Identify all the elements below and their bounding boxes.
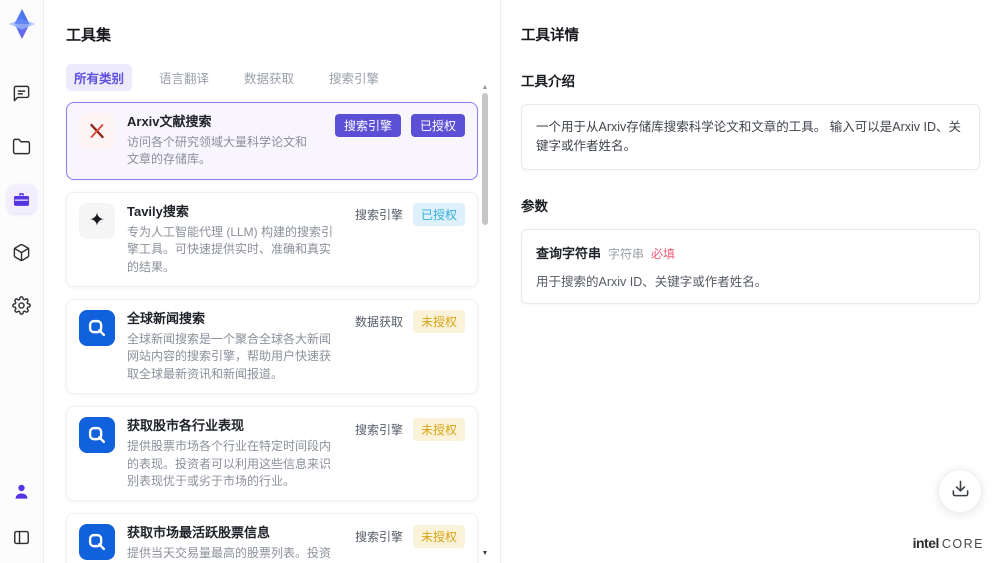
page-title: 工具集 — [66, 27, 112, 44]
tool-list: Arxiv文献搜索 访问各个研究领域大量科学论文和文章的存储库。 搜索引擎 已授权 ✦ T… — [66, 102, 478, 563]
param-card: 查询字符串 字符串 必填用于搜索的Arxiv ID、关键字或作者姓名。 — [521, 228, 980, 304]
arxiv-logo-icon — [79, 113, 115, 149]
sidebar-item-chat[interactable] — [8, 79, 36, 107]
tool-name: Arxiv文献搜索 — [127, 114, 212, 129]
tool-intro-text: 一个用于从Arxiv存储库搜索科学论文和文章的工具。 输入可以是Arxiv ID… — [536, 120, 962, 153]
user-icon — [12, 482, 31, 501]
params-list: 查询字符串 字符串 必填用于搜索的Arxiv ID、关键字或作者姓名。 — [521, 228, 980, 304]
tool-description: 提供当天交易量最高的股票列表。投资者可以利用这些信息来识别流动性强的股票和潜在的… — [127, 546, 332, 561]
sidebar-nav — [7, 79, 36, 319]
category-badge: 搜索引擎 — [354, 529, 403, 544]
scroll-down-icon[interactable]: ▼ — [480, 550, 490, 557]
auth-status-badge: 已授权 — [410, 113, 465, 137]
folder-icon — [12, 137, 31, 156]
tab-category-3[interactable]: 搜索引擎 — [321, 64, 387, 91]
category-badge: 搜索引擎 — [354, 208, 403, 223]
sidebar-item-settings[interactable] — [8, 291, 36, 319]
category-badge: 搜索引擎 — [334, 113, 401, 137]
category-badge: 搜索引擎 — [354, 422, 403, 437]
tool-description: 专为人工智能代理 (LLM) 构建的搜索引擎工具。可快速提供实时、准确和真实的结… — [127, 224, 334, 274]
params-heading: 参数 — [521, 198, 548, 214]
tab-category-2[interactable]: 数据获取 — [236, 64, 302, 91]
search-magnifier-icon — [79, 417, 115, 454]
intel-wordmark: intel — [912, 535, 940, 551]
auth-status-badge: 未授权 — [412, 310, 465, 334]
auth-status-badge: 未授权 — [412, 524, 465, 548]
gear-icon — [12, 295, 31, 315]
sidebar — [0, 0, 44, 563]
intel-core-logo: intel CORE — [913, 535, 984, 551]
sparkle-icon: ✦ — [79, 202, 115, 239]
search-magnifier-icon — [79, 309, 115, 346]
tool-card[interactable]: 全球新闻搜索全球新闻搜索是一个聚合全球各大新闻网站内容的搜索引擎，帮助用户快速获… — [66, 298, 478, 395]
param-description: 用于搜索的Arxiv ID、关键字或作者姓名。 — [536, 274, 768, 289]
detail-title: 工具详情 — [521, 28, 579, 44]
auth-status-badge: 未授权 — [412, 417, 465, 441]
scrollbar[interactable]: ▲ ▼ — [480, 84, 490, 557]
scroll-up-icon[interactable]: ▲ — [480, 84, 490, 91]
tool-card[interactable]: ✦ Tavily搜索专为人工智能代理 (LLM) 构建的搜索引擎工具。可快速提供实… — [66, 191, 478, 287]
tool-description: 全球新闻搜索是一个聚合全球各大新闻网站内容的搜索引擎，帮助用户快速获取全球最新资… — [127, 331, 332, 381]
tool-description: 访问各个研究领域大量科学论文和文章的存储库。 — [127, 135, 308, 167]
intro-heading: 工具介绍 — [521, 74, 575, 89]
scrollbar-thumb[interactable] — [482, 93, 488, 225]
tool-card[interactable]: 获取市场最活跃股票信息提供当天交易量最高的股票列表。投资者可以利用这些信息来识别… — [66, 513, 478, 563]
tool-detail-panel: 工具详情 工具介绍 一个用于从Arxiv存储库搜索科学论文和文章的工具。 输入可… — [500, 0, 1000, 563]
package-icon — [12, 243, 31, 262]
sidebar-item-panel-toggle[interactable] — [8, 523, 36, 551]
tool-description: 提供股票市场各个行业在特定时间段内的表现。投资者可以利用这些信息来识别表现优于或… — [127, 439, 332, 488]
sidebar-item-folder[interactable] — [8, 132, 36, 160]
sidebar-item-packages[interactable] — [8, 238, 36, 266]
tool-card[interactable]: 获取股市各行业表现提供股票市场各个行业在特定时间段内的表现。投资者可以利用这些信… — [66, 406, 478, 502]
tab-category-0[interactable]: 所有类别 — [66, 64, 133, 91]
tool-name: 全球新闻搜索 — [127, 310, 206, 326]
param-required-flag: 必填 — [651, 246, 676, 261]
auth-status-badge: 已授权 — [412, 203, 465, 227]
param-name: 查询字符串 — [536, 245, 602, 261]
app-window: 工具集 所有类别 语言翻译 数据获取 搜索引擎 Arxiv文献搜索 访问各个研究领域大量… — [0, 0, 1000, 563]
panel-toggle-icon — [12, 528, 31, 547]
download-icon — [951, 479, 970, 503]
tool-name: 获取市场最活跃股票信息 — [127, 525, 271, 541]
app-logo gem-logo-icon[interactable] — [6, 7, 38, 41]
tool-name: 获取股市各行业表现 — [127, 418, 245, 434]
download-button[interactable] — [938, 469, 982, 513]
sidebar-item-user[interactable] — [8, 477, 36, 505]
tools-panel: 工具集 所有类别 语言翻译 数据获取 搜索引擎 Arxiv文献搜索 访问各个研究领域大量… — [44, 0, 500, 563]
sidebar-bottom — [8, 477, 36, 551]
category-badge: 数据获取 — [354, 315, 403, 330]
category-tabs: 所有类别 语言翻译 数据获取 搜索引擎 — [66, 64, 500, 91]
tab-category-1[interactable]: 语言翻译 — [151, 64, 217, 91]
tool-card[interactable]: Arxiv文献搜索访问各个研究领域大量科学论文和文章的存储库。 搜索引擎 已授权 — [66, 102, 478, 180]
tool-intro-box: 一个用于从Arxiv存储库搜索科学论文和文章的工具。 输入可以是Arxiv ID… — [521, 104, 980, 170]
core-wordmark: CORE — [941, 537, 984, 551]
param-type: 字符串 — [608, 246, 645, 261]
sidebar-item-tools[interactable] — [7, 185, 36, 213]
chat-icon — [12, 84, 31, 103]
briefcase-icon — [12, 190, 31, 209]
search-magnifier-icon — [79, 524, 115, 561]
tool-name: Tavily搜索 — [127, 203, 189, 219]
